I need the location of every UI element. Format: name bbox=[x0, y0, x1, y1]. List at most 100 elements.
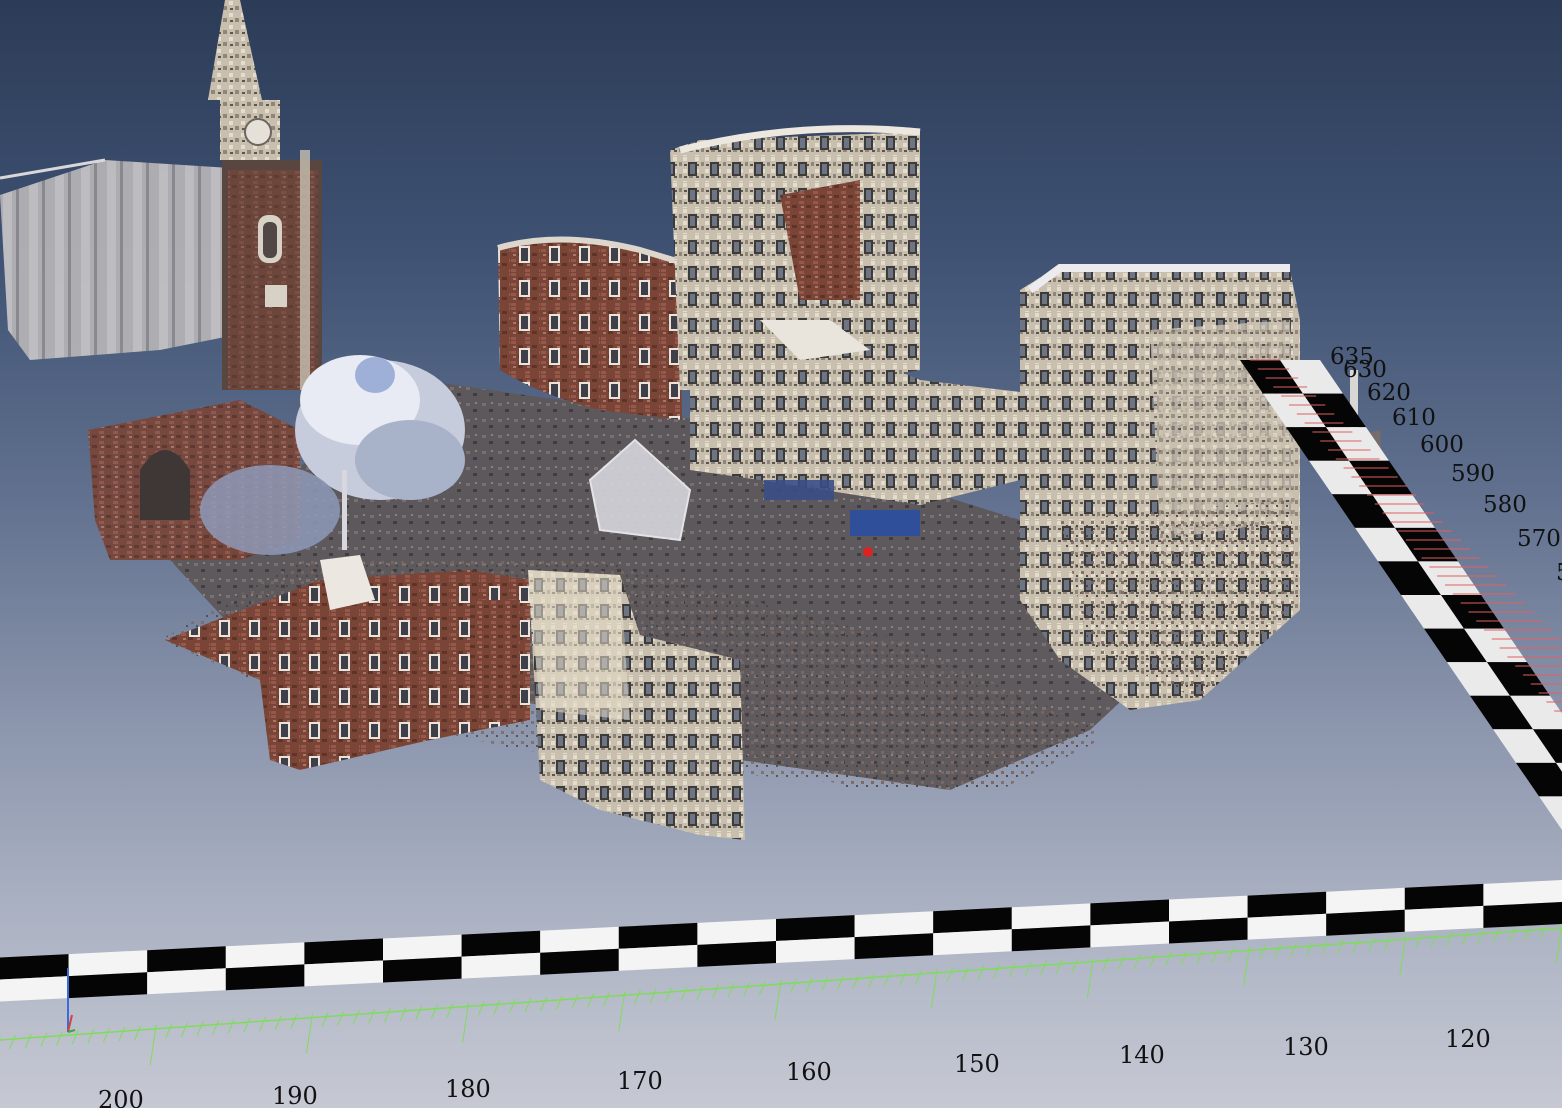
scale-bar-cell bbox=[776, 937, 855, 963]
scale-bar-cell bbox=[1516, 762, 1562, 797]
x-axis-label: 160 bbox=[786, 1058, 832, 1086]
x-axis-tick bbox=[180, 1022, 188, 1037]
x-axis-tick bbox=[477, 1001, 485, 1016]
y-axis-label: 590 bbox=[1451, 461, 1495, 487]
x-axis-labels: 200 190 180 170 160 150 140 130 120 bbox=[98, 1025, 1491, 1108]
x-axis-tick bbox=[259, 1016, 266, 1032]
x-axis-tick bbox=[1477, 929, 1485, 944]
scale-bar-cell bbox=[1011, 925, 1091, 952]
x-axis-tick bbox=[1508, 927, 1516, 942]
x-axis-tick bbox=[1243, 946, 1251, 987]
x-axis-tick bbox=[227, 1019, 235, 1034]
x-axis-tick bbox=[118, 1026, 126, 1042]
x-axis-tick bbox=[555, 995, 563, 1010]
scale-bar-cell bbox=[68, 972, 148, 999]
x-axis-tick bbox=[1008, 963, 1016, 978]
x-axis-tick bbox=[196, 1021, 204, 1036]
x-axis-tick bbox=[1165, 951, 1172, 967]
x-axis-label: 190 bbox=[272, 1082, 318, 1108]
scale-bar-cell bbox=[0, 976, 69, 1002]
x-axis-tick bbox=[665, 987, 673, 1003]
x-axis-tick bbox=[243, 1017, 251, 1033]
scale-bar-cell bbox=[618, 922, 698, 949]
scale-bar-cell bbox=[854, 911, 934, 938]
y-axis-label: 620 bbox=[1367, 380, 1411, 406]
scale-bar-cell bbox=[1539, 796, 1562, 830]
x-axis-tick bbox=[165, 1023, 173, 1038]
scale-bar-cell bbox=[854, 933, 934, 960]
scale-bar-cell bbox=[1169, 895, 1248, 922]
scale-bar-cell bbox=[776, 915, 855, 941]
scale-bar-cell bbox=[383, 956, 462, 983]
x-axis-tick bbox=[1414, 933, 1422, 949]
x-axis-label: 150 bbox=[954, 1050, 1000, 1078]
x-axis-tick bbox=[1368, 937, 1376, 952]
scale-bar-cell bbox=[68, 950, 148, 977]
y-axis-label: 610 bbox=[1392, 405, 1436, 431]
x-axis-tick bbox=[696, 985, 704, 1000]
x-axis-tick bbox=[1180, 950, 1188, 966]
x-axis-tick bbox=[337, 1011, 345, 1026]
x-axis-tick bbox=[1352, 938, 1360, 953]
x-axis-tick bbox=[212, 1020, 220, 1035]
x-axis-tick bbox=[837, 975, 844, 990]
scale-bar-cell bbox=[1090, 921, 1169, 948]
x-axis-tick bbox=[743, 982, 751, 997]
x-axis-tick bbox=[462, 1002, 470, 1043]
scale-bar-cell bbox=[1404, 905, 1484, 932]
x-axis-tick bbox=[1539, 924, 1547, 940]
x-axis-tick bbox=[774, 979, 782, 1021]
curved-brick-building bbox=[497, 236, 682, 420]
x-axis-tick bbox=[56, 1031, 63, 1046]
x-axis-tick bbox=[1227, 947, 1235, 962]
x-axis-tick bbox=[1493, 928, 1500, 943]
x-axis-tick bbox=[305, 1013, 313, 1054]
scale-bar-cell bbox=[1169, 917, 1248, 944]
x-axis-tick bbox=[1399, 935, 1407, 976]
x-axis-tick bbox=[1040, 960, 1047, 976]
x-axis-label: 200 bbox=[98, 1086, 144, 1108]
x-axis-tick bbox=[1196, 949, 1204, 964]
x-axis-tick bbox=[1321, 940, 1329, 955]
scale-bar-cell bbox=[304, 938, 383, 965]
scale-bar-cell bbox=[618, 944, 698, 971]
x-axis-label: 120 bbox=[1445, 1025, 1491, 1053]
scale-bar-cell bbox=[1483, 902, 1562, 928]
x-axis-tick bbox=[1274, 943, 1282, 959]
y-axis-label: 600 bbox=[1420, 432, 1464, 458]
church-tower-point-cloud bbox=[208, 0, 322, 390]
x-axis-tick bbox=[899, 970, 907, 986]
x-axis-tick bbox=[493, 999, 501, 1015]
x-axis-tick bbox=[368, 1008, 376, 1024]
scale-bar-cell bbox=[147, 968, 226, 995]
x-axis-tick bbox=[1102, 956, 1110, 971]
x-axis-tick bbox=[87, 1029, 95, 1044]
x-axis-tick bbox=[430, 1004, 438, 1019]
x-axis-tick bbox=[571, 994, 579, 1009]
scale-bar-cell bbox=[225, 942, 305, 969]
archway bbox=[140, 450, 190, 520]
x-axis-tick bbox=[524, 997, 532, 1013]
x-axis-tick bbox=[946, 967, 954, 982]
x-axis-label: 170 bbox=[617, 1067, 663, 1095]
x-axis-tick bbox=[821, 976, 829, 991]
3d-viewport[interactable]: 200 190 180 170 160 150 140 130 120 635 630 620 610… bbox=[0, 0, 1562, 1108]
x-axis-tick bbox=[805, 977, 813, 992]
x-axis-tick bbox=[1211, 948, 1219, 963]
x-axis-tick bbox=[1430, 932, 1438, 948]
scale-bar-cell bbox=[1247, 891, 1327, 918]
x-axis-tick bbox=[399, 1006, 407, 1022]
point-cloud-scene[interactable]: 200 190 180 170 160 150 140 130 120 635630620610… bbox=[0, 0, 1562, 1108]
x-axis-tick bbox=[649, 988, 657, 1004]
scale-bar-cell bbox=[147, 946, 226, 973]
scale-bar-cell bbox=[383, 934, 462, 961]
scale-bar-cell bbox=[697, 919, 776, 945]
x-axis-tick bbox=[134, 1025, 142, 1041]
x-axis-tick bbox=[9, 1034, 17, 1050]
scale-bar-cell bbox=[540, 948, 619, 975]
x-axis-tick bbox=[852, 974, 860, 989]
right-corner-building bbox=[1020, 264, 1300, 710]
scale-bar-cell bbox=[540, 926, 619, 953]
x-axis-tick bbox=[602, 992, 610, 1007]
x-axis-tick bbox=[509, 998, 516, 1014]
